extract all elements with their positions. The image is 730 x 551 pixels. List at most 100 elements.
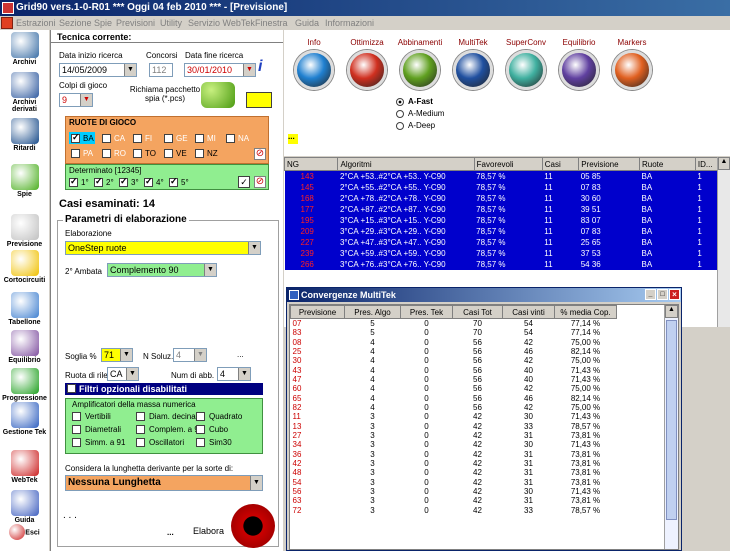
list-item[interactable]: 82 4 0 56 42 75,00 % [291,403,617,412]
info-icon[interactable]: i [258,58,262,76]
menu-informazioni[interactable]: Informazioni [325,16,374,30]
dialog-header-4[interactable]: Casi vinti [502,305,555,319]
table-row[interactable]: 239 3°CA +59..#3°CA +59.. Y-C90 78,57 % 11 3… [284,247,730,259]
list-item[interactable]: 60 4 0 56 42 75,00 % [291,384,617,393]
ampl-checkbox-8[interactable] [196,438,205,447]
ampl-checkbox-3[interactable] [72,425,81,434]
ruota-checkbox-pa[interactable] [71,149,80,158]
list-item[interactable]: 83 5 0 70 54 77,14 % [291,328,617,337]
tool-button-superconv[interactable]: SuperConv [500,38,552,90]
grid-header-5[interactable]: Ruote [638,157,696,171]
elab-select[interactable]: OneStep ruote ▼ [65,241,261,255]
sidebar-item-10[interactable]: WebTek [0,450,49,484]
end-date-field[interactable]: 30/01/2010 ▼ [184,63,256,77]
sidebar-item-0[interactable]: Archivi [0,32,49,66]
elabora-button[interactable] [231,504,275,548]
sidebar-item-11[interactable]: Guida [0,490,49,524]
sidebar-item-7[interactable]: Equilibrio [0,330,49,364]
document-icon[interactable] [1,17,13,29]
ruota-checkbox-ca[interactable] [102,134,111,143]
minimize-icon[interactable]: _ [645,289,656,300]
determinato-checkbox-3[interactable] [119,176,128,187]
ruota-checkbox-na[interactable] [226,134,235,143]
radio-a-medium[interactable] [396,110,404,118]
determinato-checkbox-2[interactable] [94,176,103,187]
ampl-checkbox-2[interactable] [196,412,205,421]
dialog-header-0[interactable]: Previsione [290,305,345,319]
menu-finestra[interactable]: Finestra [255,16,288,30]
determinato-checkbox-1[interactable] [69,176,78,187]
ruota-checkbox-ba[interactable] [71,132,80,143]
color-swatch[interactable] [246,92,272,108]
numabb-select[interactable]: 4 ▼ [217,367,251,381]
sidebar-item-6[interactable]: Tabellone [0,292,49,326]
list-item[interactable]: 65 4 0 56 46 82,14 % [291,393,617,403]
ruota-checkbox-nz[interactable] [195,149,204,158]
ruota-checkbox-fi[interactable] [133,134,142,143]
spy-package-icon[interactable] [201,82,235,108]
elabora-dots[interactable]: ... [167,528,174,537]
ruota-checkbox-ge[interactable] [164,134,173,143]
sidebar-item-9[interactable]: Gestione Tek [0,402,49,436]
ampl-checkbox-0[interactable] [72,412,81,421]
tool-button-markers[interactable]: Markers [606,38,658,90]
table-row[interactable]: 145 2°CA +55..#2°CA +55.. Y-C90 78,57 % 11 0… [284,181,730,193]
list-item[interactable]: 42 3 0 42 31 73,81 % [291,459,617,468]
tool-button-info[interactable]: Info [288,38,340,90]
sidebar-item-3[interactable]: Spie [0,164,49,198]
menu-previsioni[interactable]: Previsioni [116,16,155,30]
tools-dots[interactable]: ... [288,133,298,144]
grid-header-1[interactable]: Algoritmi [337,157,475,171]
dialog-header-5[interactable]: % media Cop. [554,305,617,319]
sidebar-item-5[interactable]: Cortocircuiti [0,250,49,284]
determinato-checkbox-4[interactable] [144,176,153,187]
menu-sezione-spie[interactable]: Sezione Spie [59,16,112,30]
start-date-field[interactable]: 14/05/2009 ▼ [59,63,137,77]
grid-header-0[interactable]: NG [283,157,339,171]
grid-header-2[interactable]: Favorevoli [473,157,543,171]
grid-header-3[interactable]: Casi [541,157,580,171]
check-all-icon[interactable]: ✓ [238,176,250,188]
ruota-select[interactable]: CA ▼ [107,367,139,381]
dialog-header-2[interactable]: Pres. Tek [400,305,453,319]
clear-ruote-icon[interactable]: ⊘ [254,148,266,160]
radio-a-deep[interactable] [396,122,404,130]
list-item[interactable]: 11 3 0 42 30 71,43 % [291,412,617,421]
table-row[interactable]: 227 3°CA +47..#3°CA +47.. Y-C90 78,57 % 11 2… [284,236,730,248]
list-item[interactable]: 36 3 0 42 31 73,81 % [291,449,617,459]
colpi-field[interactable]: 9 ▼ [59,93,93,107]
table-row[interactable]: 177 2°CA +87..#2°CA +87.. Y-C90 78,57 % 11 3… [284,203,730,215]
ampl-checkbox-4[interactable] [136,425,145,434]
close-icon[interactable]: × [669,289,680,300]
menu-estrazioni[interactable]: Estrazioni [16,16,56,30]
menu-guida[interactable]: Guida [295,16,319,30]
list-item[interactable]: 27 3 0 42 31 73,81 % [291,431,617,440]
sidebar-item-2[interactable]: Ritardi [0,118,49,152]
sidebar-item-4[interactable]: Previsione [0,214,49,248]
table-row[interactable]: 168 2°CA +78..#2°CA +78.. Y-C90 78,57 % 11 3… [284,192,730,204]
list-item[interactable]: 48 3 0 42 31 73,81 % [291,468,617,477]
table-row[interactable]: 143 2°CA +53..#2°CA +53.. Y-C90 78,57 % 11 0… [284,170,730,182]
sidebar-item-8[interactable]: Progressione [0,368,49,402]
nsoluz-dots[interactable]: ... [237,350,244,359]
dialog-header-3[interactable]: Casi Tot [452,305,503,319]
dialog-header-1[interactable]: Pres. Algo [344,305,401,319]
list-item[interactable]: 63 3 0 42 31 73,81 % [291,496,617,505]
list-item[interactable]: 43 4 0 56 40 71,43 % [291,365,617,375]
table-row[interactable]: 195 3°CA +15..#3°CA +15.. Y-C90 78,57 % 11 8… [284,214,730,226]
list-item[interactable]: 34 3 0 42 30 71,43 % [291,440,617,449]
tool-button-multitek[interactable]: MultiTek [447,38,499,90]
sidebar-item-12[interactable]: Esci [0,524,49,541]
tool-button-ottimizza[interactable]: Ottimizza [341,38,393,90]
list-item[interactable]: 72 3 0 42 33 78,57 % [291,506,617,515]
ambata-select[interactable]: Complemento 90 ▼ [107,263,217,277]
determinato-checkbox-5[interactable] [169,176,178,187]
tool-button-abbinamenti[interactable]: Abbinamenti [394,38,446,90]
ruota-checkbox-to[interactable] [133,149,142,158]
grid-scrollbar[interactable]: ▲ [717,157,730,327]
grid-header-4[interactable]: Previsione [578,157,640,171]
filtri-checkbox[interactable] [67,384,76,393]
table-row[interactable]: 209 3°CA +29..#3°CA +29.. Y-C90 78,57 % 11 0… [284,225,730,237]
list-item[interactable]: 07 5 0 70 54 77,14 % [291,319,617,329]
radio-a-fast[interactable] [396,98,404,106]
